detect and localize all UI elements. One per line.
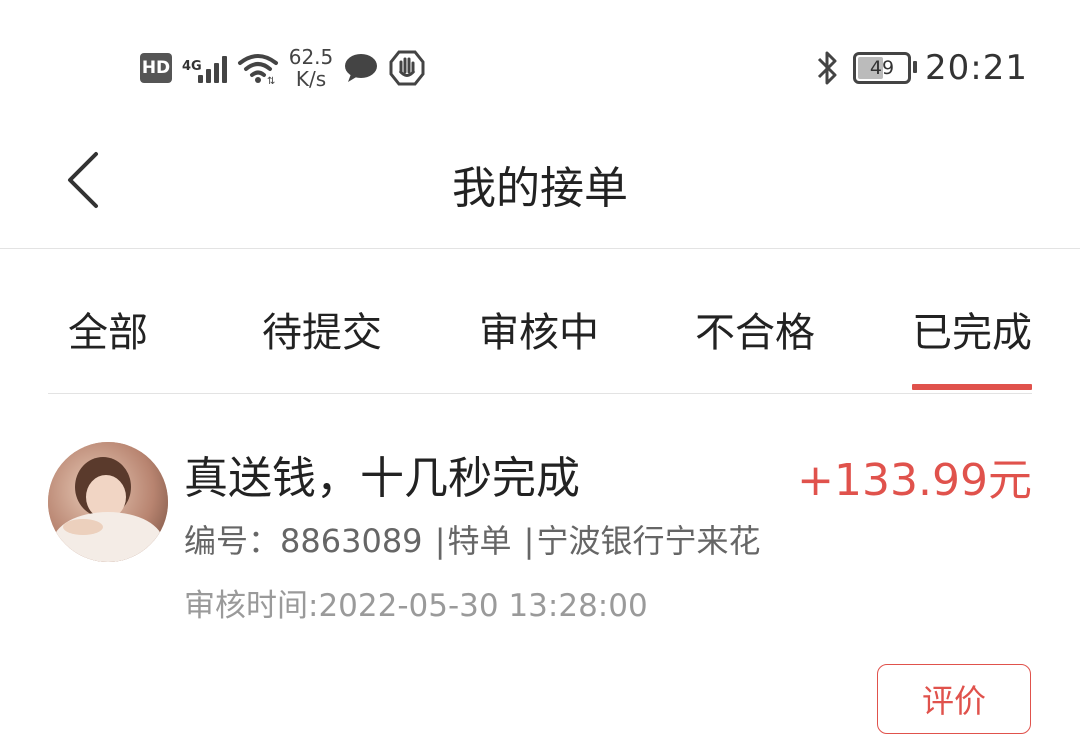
order-amount: +133.99元 [797,455,1032,506]
review-button[interactable]: 评价 [877,664,1031,734]
status-bar: HD 4G ⇅ 62.5 K/s 49 20:21 [0,0,1080,130]
speed-value: 62.5 [288,45,334,69]
order-title: 真送钱，十几秒完成 [184,453,580,504]
clock: 20:21 [925,48,1028,88]
active-tab-indicator [912,384,1032,390]
order-status-tabs: 全部 待提交 审核中 不合格 已完成 [48,282,1032,394]
top-bar: 我的接单 [0,130,1080,249]
tab-rejected[interactable]: 不合格 [695,300,815,358]
separator: | [523,522,535,560]
order-bank: 宁波银行宁来花 [536,522,761,560]
order-info: 编号：8863089 |特单 |宁波银行宁来花 [184,516,760,562]
review-time: 审核时间:2022-05-30 13:28:00 [184,588,648,624]
tab-completed[interactable]: 已完成 [912,300,1032,358]
battery-icon: 49 [853,52,918,84]
signal-bars [197,53,227,83]
hd-icon: HD [140,53,172,83]
order-type: 特单 [447,522,512,560]
status-left: HD 4G ⇅ 62.5 K/s [140,40,425,96]
wifi-icon: ⇅ [237,54,278,85]
page-title: 我的接单 [452,163,628,214]
shield-hand-icon [389,50,425,86]
bluetooth-icon [817,51,837,85]
avatar [48,442,168,562]
separator: | [434,522,446,560]
tab-under-review[interactable]: 审核中 [479,300,599,358]
status-right: 49 20:21 [815,44,1028,92]
signal-icon: 4G [182,53,227,83]
order-id: 8863089 [280,522,423,560]
order-id-label: 编号： [184,522,281,560]
chat-icon [345,54,378,82]
tab-pending-submit[interactable]: 待提交 [262,300,382,358]
speed-unit: K/s [295,67,327,91]
svg-text:⇅: ⇅ [267,76,275,85]
network-speed: 62.5 K/s [289,46,334,90]
battery-level: 49 [869,57,895,79]
tab-all[interactable]: 全部 [68,300,148,358]
